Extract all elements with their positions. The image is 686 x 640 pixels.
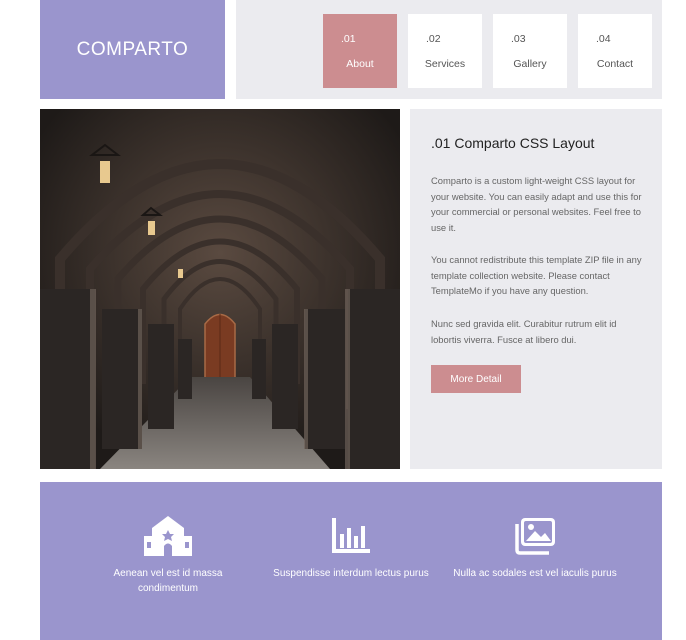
about-title: .01 Comparto CSS Layout <box>431 135 595 151</box>
nav-item-about[interactable]: .01 About <box>323 14 397 88</box>
images-icon <box>515 518 555 555</box>
feature-text: Suspendisse interdum lectus purus <box>273 568 429 579</box>
nav-item-number: .02 <box>426 33 441 45</box>
nav-item-number: .04 <box>596 33 611 45</box>
about-panel: .01 Comparto CSS Layout Comparto is a cu… <box>410 109 662 469</box>
nav-item-label: Contact <box>596 58 634 70</box>
feature-item: Aenean vel est id massa condimentum <box>83 516 253 596</box>
feature-text: Aenean vel est id massa condimentum <box>113 568 223 594</box>
site-logo[interactable]: COMPARTO <box>40 0 225 99</box>
site-logo-text: COMPARTO <box>76 38 189 60</box>
about-paragraph-3: Nunc sed gravida elit. Curabitur rutrum … <box>431 318 617 345</box>
nav-item-number: .01 <box>341 33 356 45</box>
corridor-illustration <box>40 109 400 469</box>
bar-chart-icon <box>332 518 370 553</box>
more-detail-button[interactable]: More Detail <box>431 365 521 393</box>
nav-item-label: Gallery <box>513 58 547 70</box>
nav-item-services[interactable]: .02 Services <box>408 14 482 88</box>
feature-item: Suspendisse interdum lectus purus <box>266 516 436 581</box>
about-paragraph-1: Comparto is a custom light-weight CSS la… <box>431 175 642 233</box>
feature-item: Nulla ac sodales est vel iaculis purus <box>450 516 620 581</box>
nav-item-gallery[interactable]: .03 Gallery <box>493 14 567 88</box>
corridor-photo <box>40 109 400 469</box>
nav-item-label: About <box>346 58 374 70</box>
building-icon <box>144 516 192 556</box>
feature-text: Nulla ac sodales est vel iaculis purus <box>453 568 617 579</box>
nav-item-label: Services <box>424 58 466 70</box>
about-paragraph-2: You cannot redistribute this template ZI… <box>431 254 642 297</box>
main-nav: .01 About .02 Services .03 Gallery .04 C… <box>236 0 662 99</box>
nav-item-number: .03 <box>511 33 526 45</box>
nav-item-contact[interactable]: .04 Contact <box>578 14 652 88</box>
features-band: Aenean vel est id massa condimentum Susp… <box>40 482 662 640</box>
